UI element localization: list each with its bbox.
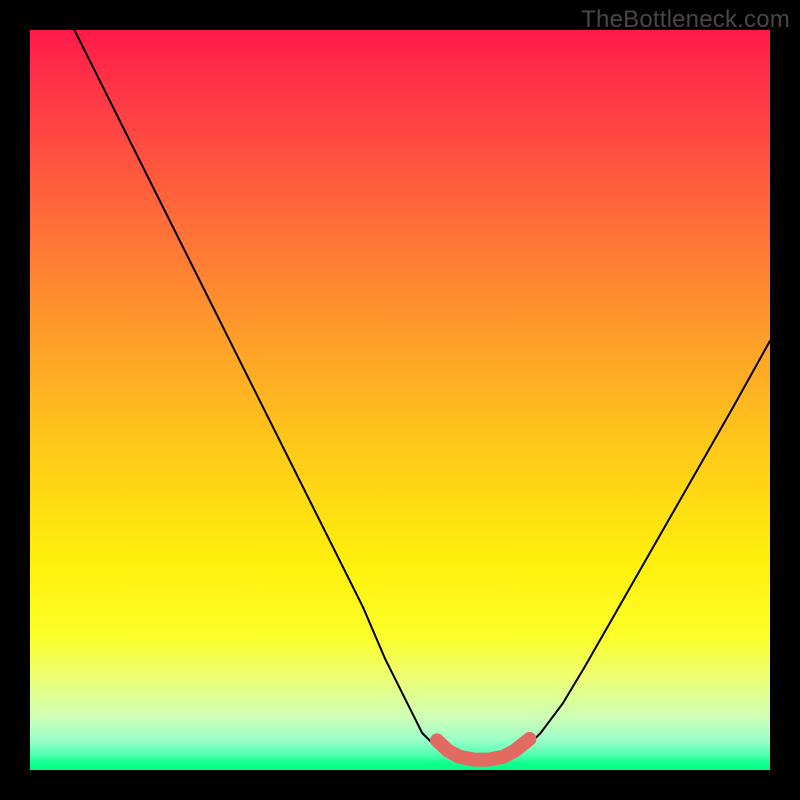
plot-area bbox=[30, 30, 770, 770]
chart-figure: TheBottleneck.com bbox=[0, 0, 800, 800]
curve-layer bbox=[30, 30, 770, 770]
watermark-text: TheBottleneck.com bbox=[581, 6, 790, 34]
left-curve bbox=[74, 30, 451, 759]
right-curve bbox=[511, 341, 770, 759]
trough-marker bbox=[437, 739, 530, 760]
